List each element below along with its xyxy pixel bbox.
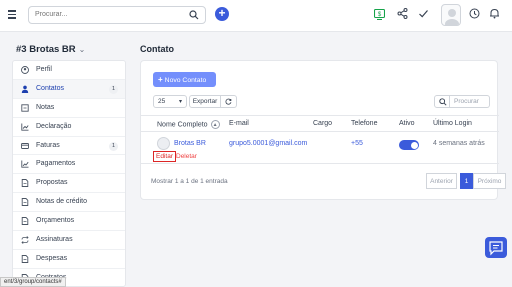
chevron-down-icon: ⌄ (78, 45, 86, 54)
sort-icon[interactable]: ▲ (210, 120, 220, 129)
menu-icon[interactable] (8, 10, 16, 19)
sidebar-item-label: Pagamentos (36, 160, 76, 168)
contacts-card: + Novo Contato 25 ▾ Exportar Procurar Nome… (140, 60, 506, 200)
active-toggle[interactable] (399, 140, 419, 150)
top-bar: + $ (0, 0, 512, 32)
new-contact-label: Novo Contato (164, 77, 207, 84)
sidebar-item-label: Assinaturas (36, 236, 73, 244)
plus-icon: + (158, 75, 163, 84)
page-1-button[interactable]: 1 (460, 173, 473, 189)
account-name: #3 Brotas BR (16, 44, 76, 55)
count-badge: 1 (109, 84, 118, 94)
column-header-last-login[interactable]: Último Login (433, 120, 472, 127)
sidebar-item-pagamentos[interactable]: Pagamentos (13, 155, 125, 175)
sidebar-item-perfil[interactable]: Perfil (13, 61, 125, 80)
global-search[interactable] (28, 6, 206, 24)
avatar-placeholder-icon (445, 9, 459, 25)
global-search-input[interactable] (35, 11, 175, 18)
user-circle-icon (21, 66, 29, 74)
check-icon[interactable] (418, 8, 429, 19)
export-button[interactable]: Exportar (189, 95, 221, 108)
sidebar-item-label: Orçamentos (36, 217, 75, 225)
last-login: 4 semanas atrás (433, 140, 485, 147)
contact-name-link[interactable]: Brotas BR (174, 140, 206, 147)
document-icon (21, 198, 29, 207)
table-search-button[interactable] (434, 95, 450, 108)
sidebar-item-notas[interactable]: Notas (13, 99, 125, 118)
table-row: Brotas BR Editar Deletar grupo5.0001@gma… (141, 132, 499, 164)
repeat-icon (21, 236, 29, 244)
column-header-name[interactable]: Nome Completo ▲ (157, 120, 220, 129)
sidebar-item-label: Notas de crédito (36, 198, 87, 206)
sidebar-item-label: Notas (36, 103, 55, 111)
status-bar-url: ent/3/group/contacts# (0, 277, 66, 287)
sidebar-item-label: Perfil (36, 66, 52, 73)
chart-icon (21, 123, 29, 131)
chat-icon (489, 241, 503, 256)
column-label: Nome Completo (157, 121, 208, 129)
previous-page-button[interactable]: Anterior (426, 173, 457, 189)
user-avatar[interactable] (441, 4, 461, 26)
sidebar-item-assinaturas[interactable]: Assinaturas (13, 231, 125, 250)
page-title: Contato (140, 44, 174, 54)
sidebar-item-declaracao[interactable]: Declaração (13, 118, 125, 137)
account-switcher[interactable]: #3 Brotas BR ⌄ (16, 44, 85, 55)
sidebar-item-label: Faturas (36, 141, 60, 149)
sidebar-item-contatos[interactable]: Contatos 1 (13, 79, 125, 99)
document-icon (21, 217, 29, 226)
sidebar-item-notas-de-credito[interactable]: Notas de crédito (13, 193, 125, 213)
column-header-position[interactable]: Cargo (313, 120, 332, 127)
search-icon (439, 98, 447, 106)
page-size-value: 25 (158, 98, 166, 105)
sidebar: Perfil Contatos 1 Notas Declaração Fatur… (12, 60, 126, 287)
sidebar-item-faturas[interactable]: Faturas 1 (13, 137, 125, 156)
chevron-down-icon: ▾ (178, 99, 182, 105)
column-header-email[interactable]: E-mail (229, 120, 249, 127)
contact-phone-link[interactable]: +55 (351, 140, 363, 147)
note-icon (21, 104, 29, 112)
sidebar-item-label: Declaração (36, 122, 72, 130)
quick-add-button[interactable]: + (215, 7, 229, 21)
sidebar-item-propostas[interactable]: Propostas (13, 174, 125, 194)
refresh-icon (225, 98, 232, 105)
sidebar-item-label: Propostas (36, 179, 68, 187)
chat-button[interactable] (485, 237, 507, 258)
sidebar-item-orcamentos[interactable]: Orçamentos (13, 212, 125, 232)
card-icon (21, 142, 29, 149)
sidebar-item-label: Contatos (36, 84, 65, 92)
share-icon[interactable] (397, 8, 408, 19)
column-header-phone[interactable]: Telefone (351, 120, 377, 127)
delete-link[interactable]: Deletar (176, 153, 197, 160)
page-size-select[interactable]: 25 ▾ (153, 95, 187, 108)
contact-avatar (157, 137, 170, 150)
count-badge: 1 (109, 141, 118, 151)
chat-monitor-icon[interactable]: $ (374, 9, 385, 20)
table-search-input[interactable]: Procurar (450, 95, 490, 108)
column-header-active[interactable]: Ativo (399, 120, 415, 127)
user-icon (21, 85, 29, 93)
next-page-button[interactable]: Próximo (473, 173, 506, 189)
sidebar-item-label: Despesas (36, 254, 68, 262)
toggle-knob (410, 141, 418, 149)
edit-link[interactable]: Editar (153, 151, 176, 162)
showing-entries: Mostrar 1 a 1 de 1 entrada (151, 178, 228, 185)
refresh-button[interactable] (221, 95, 237, 108)
clock-icon[interactable] (469, 8, 480, 19)
table-header: Nome Completo ▲ E-mail Cargo Telefone Ati… (141, 115, 499, 132)
chart-line-icon (21, 160, 29, 169)
document-icon (21, 254, 29, 263)
contact-email-link[interactable]: grupo5.0001@gmail.com (229, 140, 307, 147)
document-icon (21, 179, 29, 188)
sidebar-item-despesas[interactable]: Despesas (13, 250, 125, 269)
bell-icon[interactable] (489, 8, 500, 19)
new-contact-button[interactable]: + Novo Contato (153, 72, 216, 87)
svg-text:$: $ (378, 12, 382, 18)
search-icon[interactable] (189, 10, 199, 20)
